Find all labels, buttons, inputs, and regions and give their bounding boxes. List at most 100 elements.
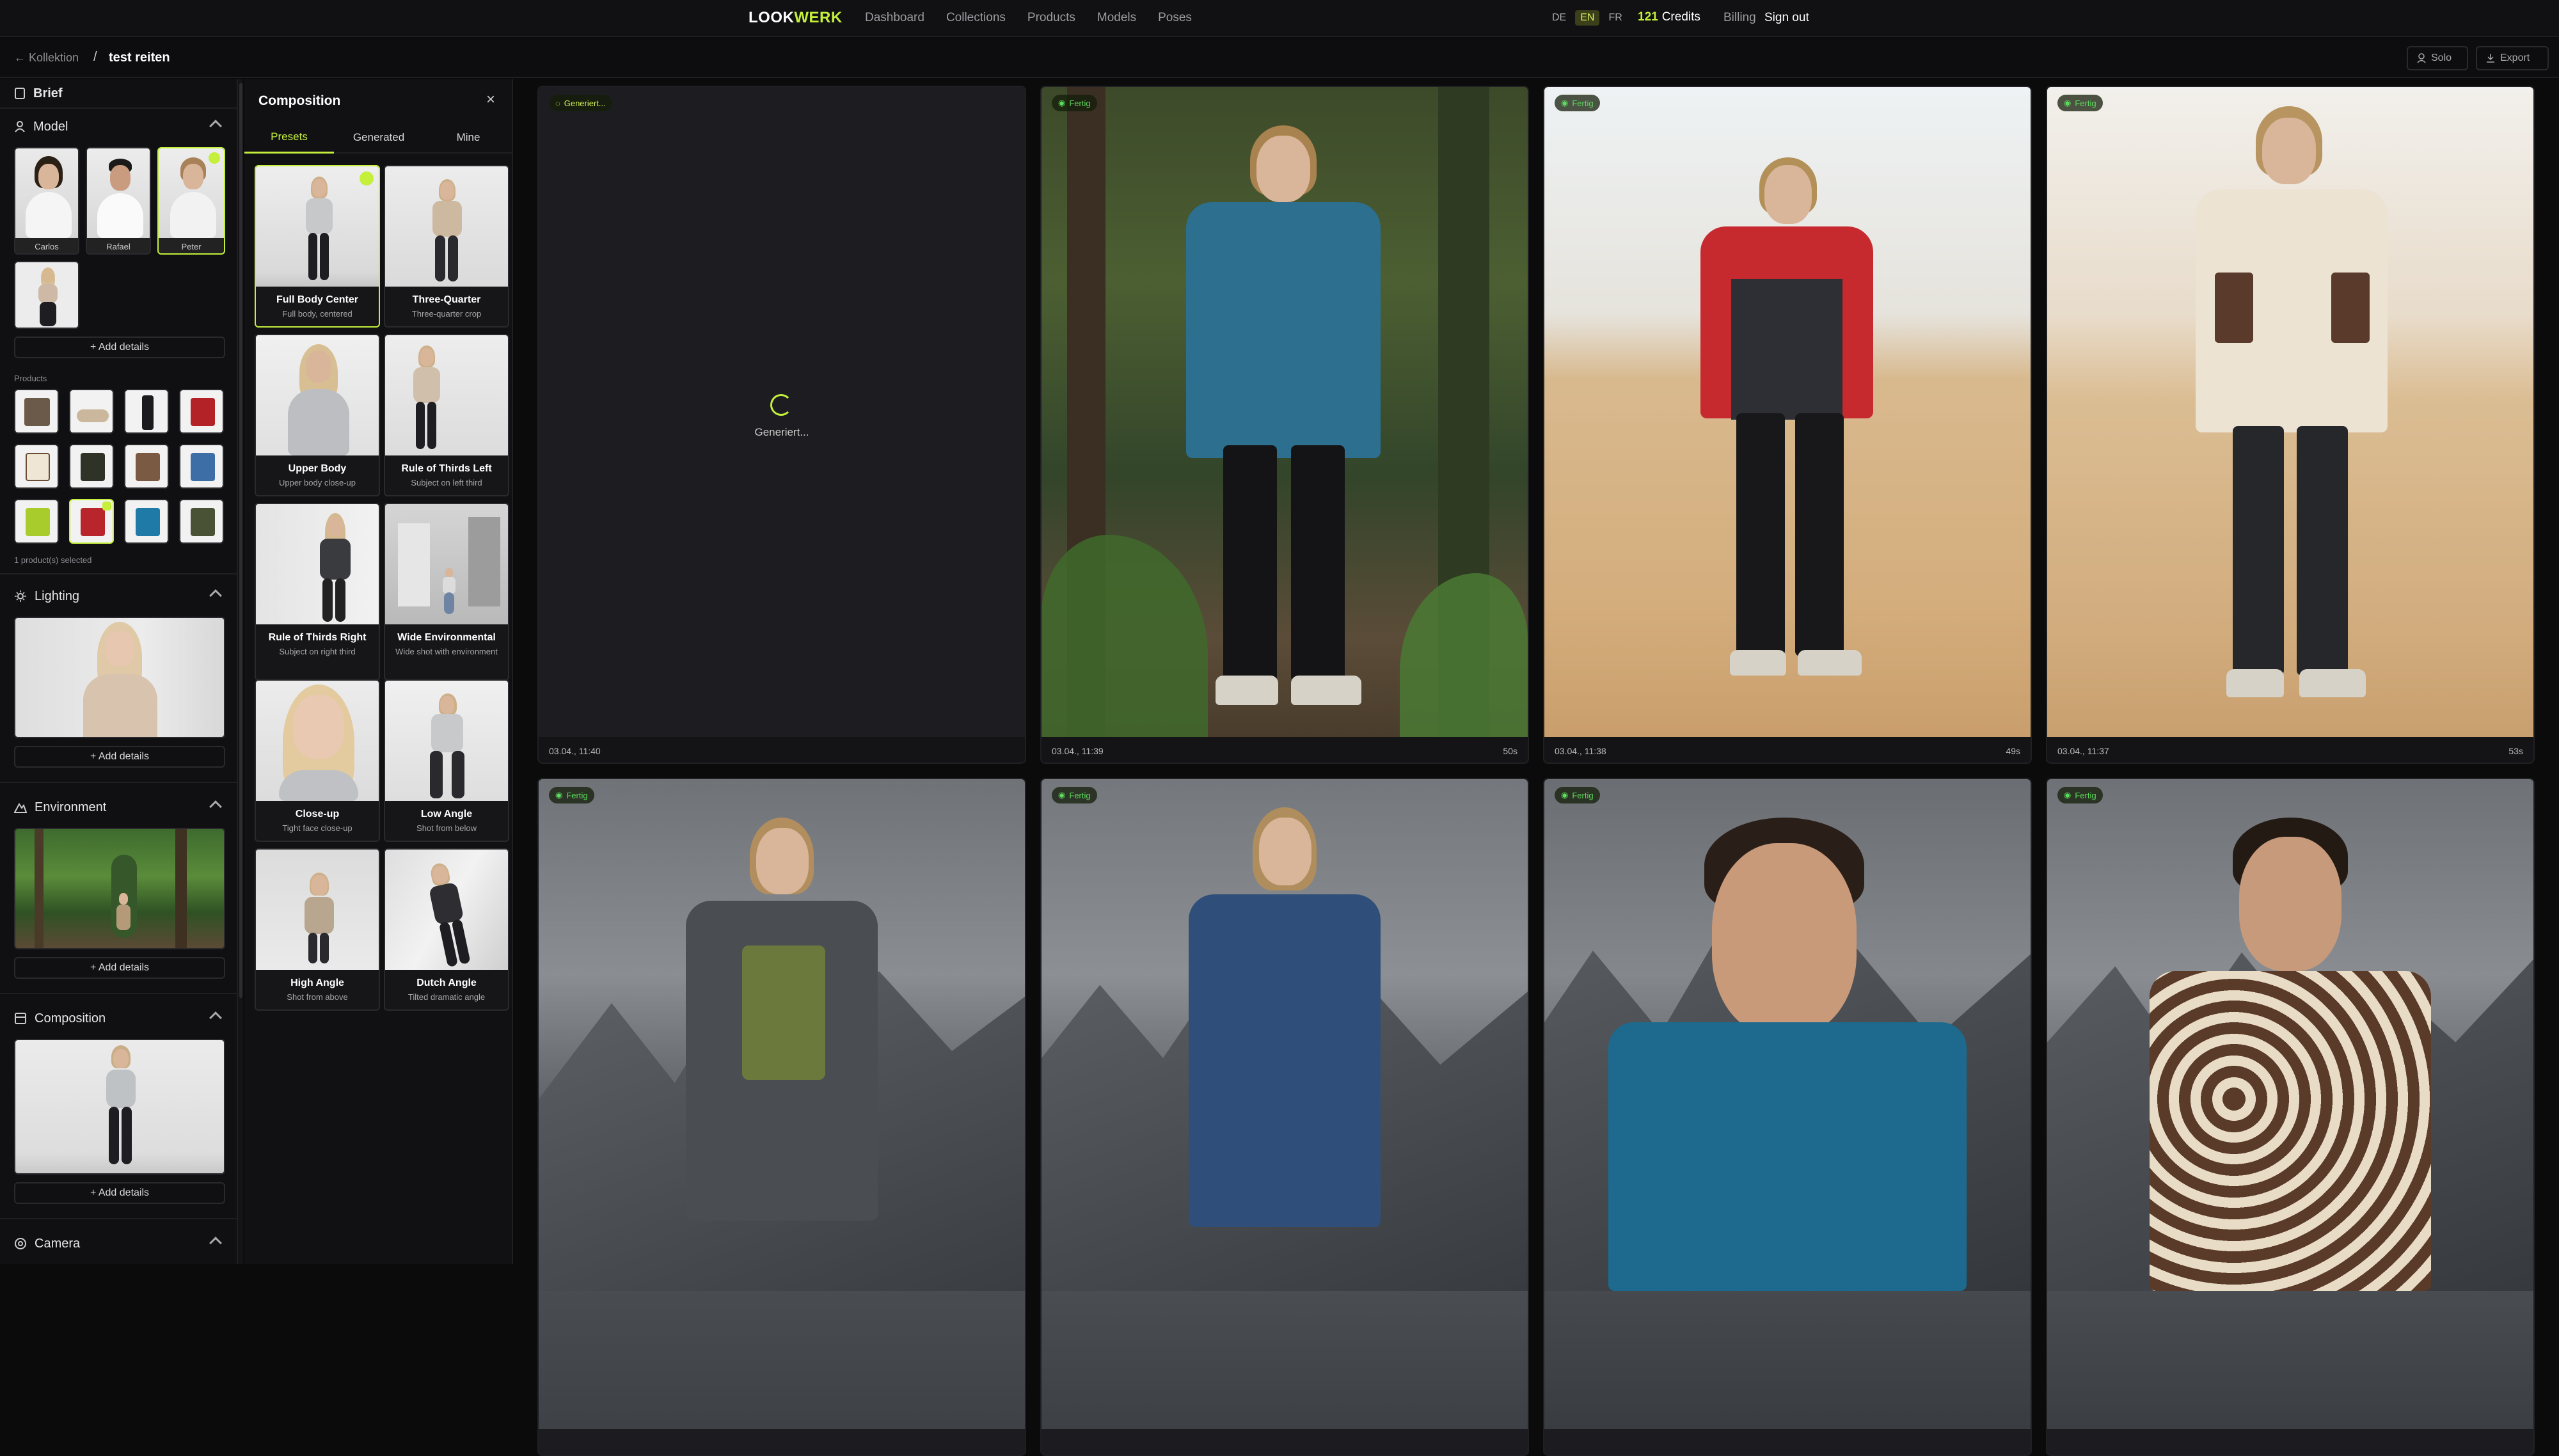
preset-close-up[interactable]: Close-up Tight face close-up — [255, 679, 380, 842]
lang-fr[interactable]: FR — [1603, 10, 1627, 26]
generated-image[interactable] — [2047, 779, 2533, 1429]
generated-image[interactable] — [1042, 87, 1528, 737]
model-card-rafael[interactable]: Rafael — [86, 147, 151, 255]
logo[interactable]: LOOKWERK — [749, 9, 843, 27]
status-badge: ◉ Fertig — [1052, 95, 1097, 111]
model-card-peter[interactable]: Peter — [157, 147, 225, 255]
sidebar-scrollbar-thumb[interactable] — [239, 83, 242, 998]
tile-duration: 50s — [1503, 746, 1517, 756]
tile-duration: 53s — [2508, 746, 2523, 756]
gallery-tile[interactable]: ◉ Fertig 03.04., 11:37 53s — [2046, 86, 2535, 764]
lighting-add-details-button[interactable]: + Add details — [14, 746, 225, 768]
composition-section-header[interactable]: Composition — [0, 1004, 237, 1033]
tab-generated[interactable]: Generated — [334, 122, 424, 154]
gallery-tile[interactable]: ◉ Fertig — [2046, 778, 2535, 1456]
gallery-tile[interactable]: ◉ Fertig — [1040, 778, 1529, 1456]
lighting-preview[interactable] — [14, 617, 225, 738]
camera-section-header[interactable]: Camera — [0, 1230, 237, 1258]
nav-products[interactable]: Products — [1027, 11, 1075, 25]
gallery-tile[interactable]: ◉ Fertig 03.04., 11:38 49s — [1543, 86, 2032, 764]
status-badge: ◉ Fertig — [1555, 95, 1600, 111]
model-add-details-button[interactable]: + Add details — [14, 336, 225, 358]
product-item[interactable] — [69, 444, 114, 489]
chevron-up-icon[interactable] — [209, 800, 222, 813]
tile-footer: 03.04., 11:40 — [539, 737, 1025, 763]
sun-icon — [15, 590, 26, 602]
tab-presets[interactable]: Presets — [244, 122, 334, 154]
close-icon[interactable]: × — [486, 91, 495, 109]
tile-footer: 03.04., 11:38 49s — [1544, 737, 2031, 763]
chevron-up-icon[interactable] — [209, 589, 222, 602]
export-button[interactable]: Export — [2476, 46, 2549, 70]
product-item[interactable] — [14, 389, 59, 434]
billing-link[interactable]: Billing — [1723, 11, 1756, 25]
product-item[interactable] — [124, 499, 169, 544]
lighting-section-header[interactable]: Lighting — [0, 582, 237, 610]
nav-dashboard[interactable]: Dashboard — [865, 11, 924, 25]
tile-footer: 03.04., 11:37 53s — [2047, 737, 2533, 763]
generated-image[interactable] — [1544, 779, 2031, 1429]
lang-de[interactable]: DE — [1547, 10, 1571, 26]
preset-three-quarter[interactable]: Three-Quarter Three-quarter crop — [384, 165, 509, 328]
chevron-up-icon[interactable] — [209, 1011, 222, 1024]
preset-upper-body[interactable]: Upper Body Upper body close-up — [255, 334, 380, 496]
status-badge: ◉ Fertig — [549, 787, 594, 803]
model-card-carlos[interactable]: Carlos — [14, 147, 79, 255]
product-item[interactable] — [124, 444, 169, 489]
top-navigation: LOOKWERK Dashboard Collections Products … — [0, 0, 2559, 37]
gallery-tile[interactable]: ◉ Fertig — [537, 778, 1026, 1456]
environment-add-details-button[interactable]: + Add details — [14, 957, 225, 979]
generated-image[interactable] — [2047, 87, 2533, 737]
nav-poses[interactable]: Poses — [1158, 11, 1192, 25]
preset-rule-of-thirds-left[interactable]: Rule of Thirds Left Subject on left thir… — [384, 334, 509, 496]
nav-collections[interactable]: Collections — [946, 11, 1006, 25]
gallery-tile[interactable]: ◉ Fertig 03.04., 11:39 50s — [1040, 86, 1529, 764]
divider — [0, 782, 237, 783]
product-item[interactable] — [69, 389, 114, 434]
generated-image[interactable] — [1042, 779, 1528, 1429]
product-item[interactable] — [14, 499, 59, 544]
environment-preview[interactable] — [14, 828, 225, 949]
product-item[interactable] — [179, 499, 224, 544]
composition-preview[interactable] — [14, 1039, 225, 1175]
check-circle-icon: ◉ — [1058, 790, 1066, 800]
product-item[interactable] — [124, 389, 169, 434]
breadcrumb-bar: ← Kollektion / test reiten Solo Export — [0, 38, 2559, 78]
tile-date: 03.04., 11:37 — [2057, 746, 2109, 756]
chevron-up-icon[interactable] — [209, 120, 222, 132]
language-switcher: DE EN FR — [1547, 10, 1628, 26]
panel-title: Composition — [258, 93, 341, 108]
tile-date: 03.04., 11:40 — [549, 746, 601, 756]
check-circle-icon: ◉ — [1561, 790, 1569, 800]
composition-add-details-button[interactable]: + Add details — [14, 1182, 225, 1204]
lang-en[interactable]: EN — [1575, 10, 1600, 26]
gallery-tile-generating[interactable]: Generiert... ◌ Generiert... 03.04., 11:40 — [537, 86, 1026, 764]
preset-low-angle[interactable]: Low Angle Shot from below — [384, 679, 509, 842]
preset-high-angle[interactable]: High Angle Shot from above — [255, 848, 380, 1011]
nav-models[interactable]: Models — [1097, 11, 1136, 25]
chevron-up-icon[interactable] — [209, 1237, 222, 1249]
preset-full-body-center[interactable]: Full Body Center Full body, centered — [255, 165, 380, 328]
download-icon — [2487, 54, 2494, 63]
model-name: Carlos — [35, 242, 59, 251]
environment-section-header[interactable]: Environment — [0, 793, 237, 821]
preset-rule-of-thirds-right[interactable]: Rule of Thirds Right Subject on right th… — [255, 503, 380, 681]
breadcrumb-back[interactable]: ← Kollektion — [14, 51, 79, 65]
generated-image[interactable] — [1544, 87, 2031, 737]
product-item[interactable] — [14, 444, 59, 489]
gallery-tile[interactable]: ◉ Fertig — [1543, 778, 2032, 1456]
preset-wide-environmental[interactable]: Wide Environmental Wide shot with enviro… — [384, 503, 509, 681]
selected-check-icon — [360, 171, 374, 186]
product-item[interactable] — [179, 389, 224, 434]
nav-links: Dashboard Collections Products Models Po… — [865, 11, 1192, 25]
signout-link[interactable]: Sign out — [1764, 11, 1809, 25]
model-reference-image[interactable] — [14, 261, 79, 329]
model-section-header[interactable]: Model — [0, 113, 237, 141]
divider — [0, 573, 237, 574]
preset-dutch-angle[interactable]: Dutch Angle Tilted dramatic angle — [384, 848, 509, 1011]
generated-image[interactable] — [539, 779, 1025, 1429]
tab-mine[interactable]: Mine — [424, 122, 513, 154]
solo-button[interactable]: Solo — [2407, 46, 2468, 70]
product-item[interactable] — [179, 444, 224, 489]
product-item-selected[interactable] — [69, 499, 114, 544]
